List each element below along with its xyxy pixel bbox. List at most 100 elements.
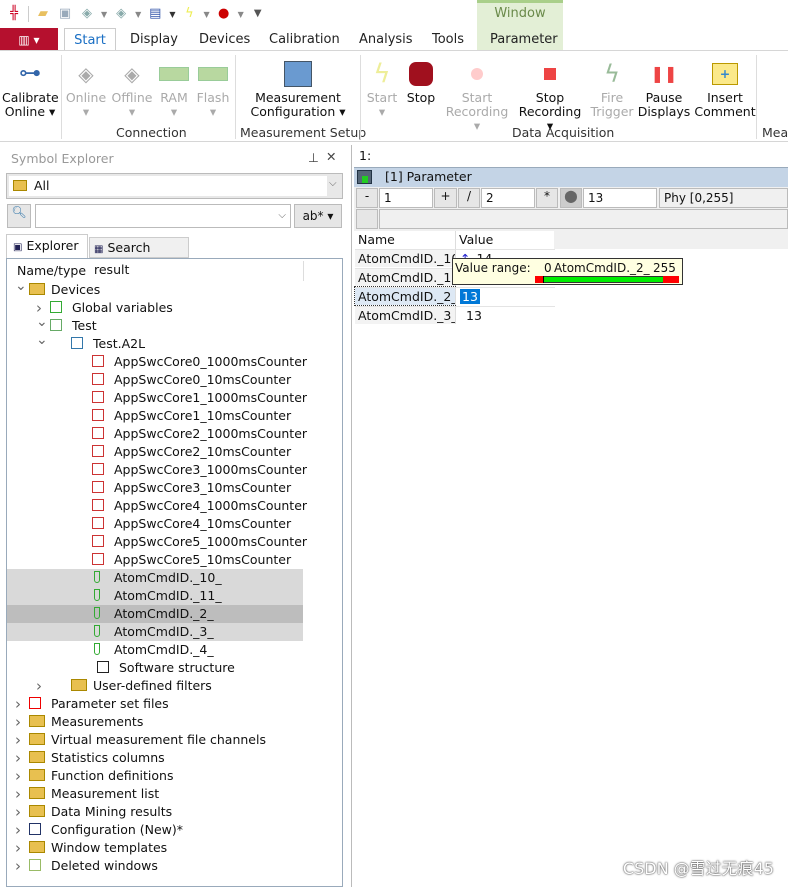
column-header-name[interactable]: Name xyxy=(355,231,455,249)
tree-item[interactable]: › Window templates xyxy=(7,839,303,857)
tree-item[interactable]: AppSwcCore4_10msCounter xyxy=(7,515,303,533)
file-menu-button[interactable]: ▥ ▾ xyxy=(0,28,58,50)
tree-item[interactable]: ›Software structure xyxy=(7,659,303,677)
tree-item[interactable]: AppSwcCore2_10msCounter xyxy=(7,443,303,461)
fire-trigger-button[interactable]: ϟ Fire Trigger xyxy=(590,57,634,119)
tree-item[interactable]: › Function definitions xyxy=(7,767,303,785)
record-icon[interactable]: ● xyxy=(216,6,232,22)
tree-item[interactable]: AppSwcCore5_1000msCounter xyxy=(7,533,307,551)
column-header-value[interactable]: Value xyxy=(455,231,555,249)
offline-button[interactable]: ◈ Offline ▾ xyxy=(110,57,154,119)
tree-item[interactable]: › Global variables xyxy=(7,299,303,317)
start-recording-button[interactable]: Start Recording ▾ xyxy=(442,57,512,133)
tree-item[interactable]: AppSwcCore3_10msCounter xyxy=(7,479,303,497)
tree-item[interactable]: ⌄ Test.A2L xyxy=(7,332,303,353)
tree-item[interactable]: AppSwcCore0_1000msCounter xyxy=(7,353,307,371)
parameter-name-cell[interactable]: AtomCmdID._11_ xyxy=(355,268,466,286)
tree-item[interactable]: AppSwcCore5_10msCounter xyxy=(7,551,303,569)
search-button[interactable]: 🔍︎ xyxy=(7,204,31,228)
chevron-right-icon[interactable]: › xyxy=(15,731,21,749)
stop-button[interactable]: Stop xyxy=(402,57,440,105)
chevron-right-icon[interactable]: › xyxy=(15,857,21,875)
tree-item[interactable]: ⌄ Test xyxy=(7,314,303,335)
window-layout-icon[interactable]: ▤ xyxy=(147,6,163,22)
chevron-down-icon[interactable]: ⌵ xyxy=(278,207,286,225)
parameter-name-cell[interactable]: AtomCmdID._3_ xyxy=(355,306,458,324)
tab-parameter[interactable]: Parameter xyxy=(490,28,558,50)
tree-item[interactable]: › Data Mining results xyxy=(7,803,303,821)
column-header-name-type[interactable]: Name/type xyxy=(17,263,86,278)
start-measure-icon[interactable]: ϟ xyxy=(181,6,197,22)
save-icon[interactable]: ▣ xyxy=(57,6,73,22)
disconnect-icon[interactable]: ◈ xyxy=(113,6,129,22)
divide-button[interactable]: / xyxy=(458,188,480,208)
ram-button[interactable]: RAM ▾ xyxy=(156,57,192,119)
customize-icon[interactable]: ▼ xyxy=(250,6,266,22)
chevron-right-icon[interactable]: › xyxy=(15,767,21,785)
tree-item[interactable]: AtomCmdID._2_ xyxy=(7,605,303,623)
tree-item[interactable]: › Measurement list xyxy=(7,785,303,803)
search-mode-dropdown[interactable]: ab* ▾ xyxy=(294,204,342,228)
secondary-field[interactable] xyxy=(379,209,788,229)
chevron-right-icon[interactable]: › xyxy=(15,695,21,713)
tab-display[interactable]: Display xyxy=(130,28,178,50)
online-button[interactable]: ◈ Online ▾ xyxy=(64,57,108,119)
tree-item[interactable]: AppSwcCore3_1000msCounter xyxy=(7,461,307,479)
tree-item[interactable]: AtomCmdID._10_ xyxy=(7,569,303,587)
tab-start[interactable]: Start xyxy=(64,28,116,50)
tree-item[interactable]: AppSwcCore1_10msCounter xyxy=(7,407,303,425)
chevron-right-icon[interactable]: › xyxy=(15,749,21,767)
insert-comment-button[interactable]: + Insert Comment xyxy=(694,57,756,119)
secondary-button[interactable] xyxy=(356,209,378,229)
chevron-right-icon[interactable]: › xyxy=(15,785,21,803)
stop-recording-button[interactable]: Stop Recording ▾ xyxy=(514,57,586,133)
flash-button[interactable]: Flash ▾ xyxy=(194,57,232,119)
tree-item[interactable]: › Statistics columns xyxy=(7,749,303,767)
tree-item[interactable]: AppSwcCore4_1000msCounter xyxy=(7,497,307,515)
parameter-value-cell[interactable]: 13 xyxy=(455,287,555,305)
tree-item[interactable]: AppSwcCore0_10msCounter xyxy=(7,371,303,389)
tree-item[interactable]: › Measurements xyxy=(7,713,303,731)
tree-item[interactable]: AppSwcCore2_1000msCounter xyxy=(7,425,307,443)
tab-devices[interactable]: Devices xyxy=(199,28,250,50)
tab-analysis[interactable]: Analysis xyxy=(359,28,413,50)
tree-item[interactable]: AtomCmdID._11_ xyxy=(7,587,303,605)
tree-item[interactable]: AtomCmdID._4_ xyxy=(7,641,303,659)
chevron-right-icon[interactable]: › xyxy=(15,713,21,731)
tree-item[interactable]: › Virtual measurement file channels xyxy=(7,731,303,749)
tab-explorer[interactable]: ▣ Explorer xyxy=(6,234,88,258)
tree-item[interactable]: AtomCmdID._3_ xyxy=(7,623,303,641)
tree-item[interactable]: AppSwcCore1_1000msCounter xyxy=(7,389,307,407)
increment-button[interactable]: + xyxy=(434,188,457,208)
chevron-down-icon[interactable]: ⌄ xyxy=(36,313,48,331)
tree-item[interactable]: ⌄ Devices xyxy=(7,278,303,299)
add-step-input[interactable]: 1 xyxy=(379,188,433,208)
close-icon[interactable]: ✕ xyxy=(326,149,336,164)
measurement-configuration-button[interactable]: Measurement Configuration ▾ xyxy=(244,57,352,119)
chevron-down-icon[interactable]: ⌄ xyxy=(36,331,48,349)
pin-icon[interactable]: ⊥ xyxy=(308,150,319,165)
pause-displays-button[interactable]: ❚❚ Pause Displays xyxy=(636,57,692,119)
open-icon[interactable]: ▰ xyxy=(35,6,51,22)
multiply-step-input[interactable]: 2 xyxy=(481,188,535,208)
filter-select[interactable]: All ⌵ xyxy=(6,173,343,199)
tree-item[interactable]: › Deleted windows xyxy=(7,857,303,875)
search-input[interactable]: ⌵ xyxy=(35,204,291,228)
tree-item[interactable]: › Configuration (New)* xyxy=(7,821,303,839)
multiply-button[interactable]: * xyxy=(536,188,558,208)
chevron-right-icon[interactable]: › xyxy=(15,839,21,857)
parameter-name-cell[interactable]: AtomCmdID._10_ xyxy=(355,249,466,267)
decrement-button[interactable]: - xyxy=(356,188,378,208)
tree-item[interactable]: › User-defined filters xyxy=(7,677,303,695)
tab-calibration[interactable]: Calibration xyxy=(269,28,340,50)
connect-icon[interactable]: ◈ xyxy=(79,6,95,22)
document-tab[interactable]: 1: (New) xyxy=(354,145,412,185)
chevron-right-icon[interactable]: › xyxy=(15,803,21,821)
parameter-value-cell[interactable]: 13 xyxy=(455,306,555,324)
start-button[interactable]: ϟ Start ▾ xyxy=(364,57,400,119)
chevron-down-icon[interactable]: ⌄ xyxy=(15,277,27,295)
chevron-right-icon[interactable]: › xyxy=(36,677,42,695)
tree-item[interactable]: › Parameter set files xyxy=(7,695,303,713)
tab-search-result[interactable]: ▦ Search result xyxy=(89,237,189,277)
calibrate-online-button[interactable]: ⊶ Calibrate Online ▾ xyxy=(2,57,59,119)
